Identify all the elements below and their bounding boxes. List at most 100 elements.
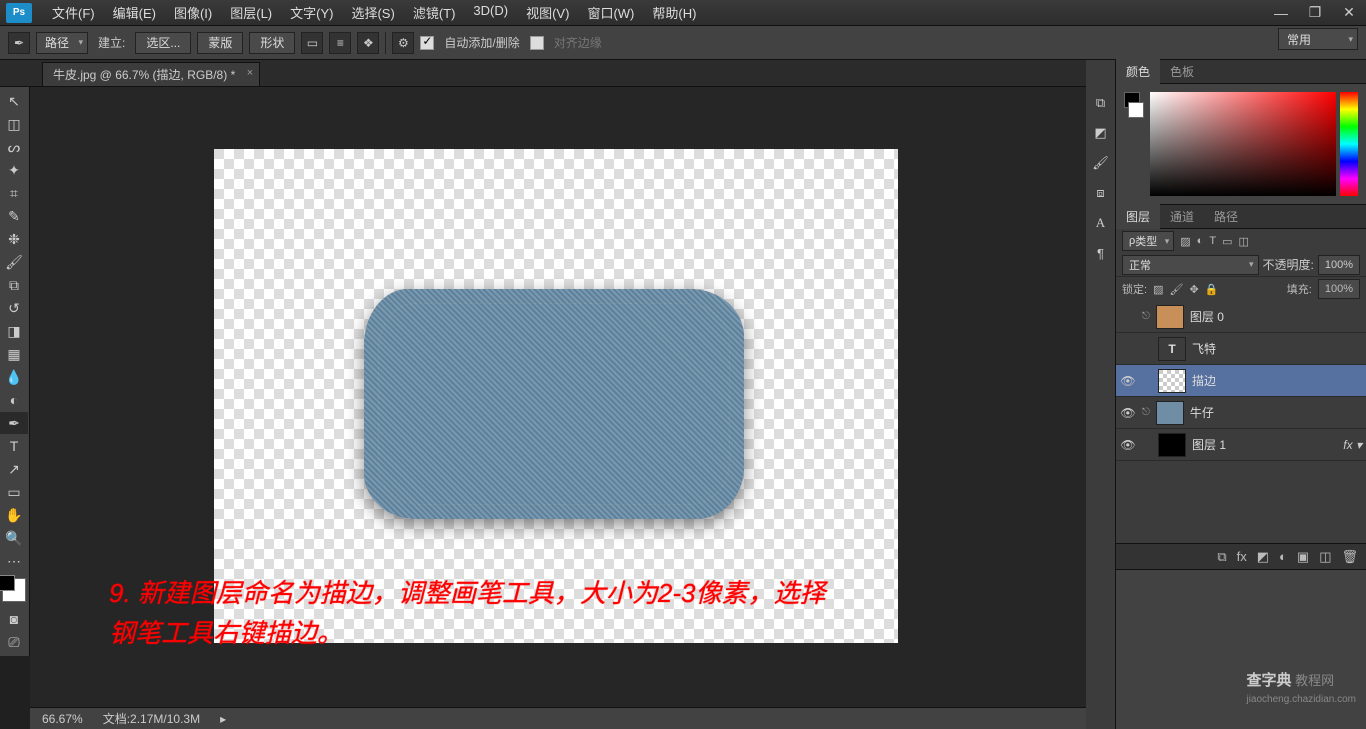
gear-icon[interactable]: ⚙ xyxy=(392,32,414,54)
menu-3d[interactable]: 3D(D) xyxy=(465,0,516,25)
opacity-input[interactable]: 100% xyxy=(1318,255,1360,275)
eyedropper-tool[interactable]: ✎ xyxy=(0,205,28,227)
swatches-tab[interactable]: 色板 xyxy=(1160,59,1204,84)
menu-image[interactable]: 图像(I) xyxy=(166,0,220,25)
zoom-tool[interactable]: 🔍 xyxy=(0,527,28,549)
path-mode-dropdown[interactable]: 路径 xyxy=(36,32,88,54)
brush-panel-icon[interactable]: 🖌 xyxy=(1088,150,1114,176)
layer-filter-dropdown[interactable]: ρ 类型 xyxy=(1122,231,1174,251)
menu-edit[interactable]: 编辑(E) xyxy=(105,0,164,25)
gradient-tool[interactable]: ▦ xyxy=(0,343,28,365)
hand-tool[interactable]: ✋ xyxy=(0,504,28,526)
layer-mask-icon[interactable]: ◩ xyxy=(1257,549,1269,565)
filter-image-icon[interactable]: ▨ xyxy=(1180,235,1190,248)
clone-panel-icon[interactable]: ⧈ xyxy=(1088,180,1114,206)
path-select-tool[interactable]: ↗ xyxy=(0,458,28,480)
channels-tab[interactable]: 通道 xyxy=(1160,204,1204,229)
edit-toolbar[interactable]: ⋯ xyxy=(0,550,28,572)
filter-type-icon[interactable]: T xyxy=(1209,235,1216,247)
menu-filter[interactable]: 滤镜(T) xyxy=(405,0,464,25)
status-arrow-icon[interactable]: ▸ xyxy=(220,712,226,726)
quick-mask[interactable]: ◙ xyxy=(0,608,28,630)
menu-window[interactable]: 窗口(W) xyxy=(579,0,642,25)
screen-mode[interactable]: ⎚ xyxy=(0,631,28,653)
document-size[interactable]: 文档:2.17M/10.3M xyxy=(103,710,200,727)
fx-badge[interactable]: fx ▾ xyxy=(1343,438,1362,452)
quick-select-tool[interactable]: ✦ xyxy=(0,159,28,181)
lock-paint-icon[interactable]: 🖌 xyxy=(1169,283,1183,296)
document-tab[interactable]: 牛皮.jpg @ 66.7% (描边, RGB/8) * × xyxy=(42,62,260,86)
layer-row[interactable]: 👁⎋牛仔 xyxy=(1116,397,1366,429)
layer-row[interactable]: ⎋图层 0 xyxy=(1116,301,1366,333)
mask-button[interactable]: 蒙版 xyxy=(197,32,243,54)
color-swatches[interactable] xyxy=(2,578,26,602)
char-panel-icon[interactable]: A xyxy=(1088,210,1114,236)
brush-tool[interactable]: 🖌 xyxy=(0,251,28,273)
picker-swatches[interactable] xyxy=(1124,92,1146,196)
color-field[interactable] xyxy=(1150,92,1336,196)
menu-view[interactable]: 视图(V) xyxy=(518,0,577,25)
shape-button[interactable]: 形状 xyxy=(249,32,295,54)
lock-trans-icon[interactable]: ▨ xyxy=(1153,283,1163,296)
new-layer-icon[interactable]: ◫ xyxy=(1319,549,1331,565)
layer-name[interactable]: 描边 xyxy=(1192,372,1216,389)
layer-row[interactable]: T飞特 xyxy=(1116,333,1366,365)
minimize-button[interactable]: — xyxy=(1264,2,1298,24)
zoom-level[interactable]: 66.67% xyxy=(42,712,83,726)
blend-mode-dropdown[interactable]: 正常 xyxy=(1122,255,1259,275)
history-panel-icon[interactable]: ⧉ xyxy=(1088,90,1114,116)
menu-select[interactable]: 选择(S) xyxy=(343,0,402,25)
spot-heal-tool[interactable]: ❉ xyxy=(0,228,28,250)
type-tool[interactable]: T xyxy=(0,435,28,457)
layer-name[interactable]: 图层 0 xyxy=(1190,308,1224,325)
canvas[interactable]: 9. 新建图层命名为描边，调整画笔工具，大小为2-3像素，选择 钢笔工具右键描边… xyxy=(214,149,898,643)
filter-shape-icon[interactable]: ▭ xyxy=(1222,235,1232,248)
blur-tool[interactable]: 💧 xyxy=(0,366,28,388)
pen-tool[interactable]: ✒ xyxy=(0,412,28,434)
shape-tool[interactable]: ▭ xyxy=(0,481,28,503)
para-panel-icon[interactable]: ¶ xyxy=(1088,240,1114,266)
eraser-tool[interactable]: ◨ xyxy=(0,320,28,342)
path-arrange-icon[interactable]: ❖ xyxy=(357,32,379,54)
paths-tab[interactable]: 路径 xyxy=(1204,204,1248,229)
menu-type[interactable]: 文字(Y) xyxy=(282,0,341,25)
maximize-button[interactable]: ❐ xyxy=(1298,2,1332,24)
visibility-toggle[interactable]: 👁 xyxy=(1120,406,1136,420)
layer-row[interactable]: 👁 图层 1 fx ▾ xyxy=(1116,429,1366,461)
close-tab-icon[interactable]: × xyxy=(247,67,253,79)
link-layers-icon[interactable]: ⧉ xyxy=(1217,549,1226,565)
close-button[interactable]: ✕ xyxy=(1332,2,1366,24)
marquee-tool[interactable]: ◫ xyxy=(0,113,28,135)
align-checkbox[interactable] xyxy=(530,36,544,50)
color-tab[interactable]: 颜色 xyxy=(1116,59,1160,84)
visibility-toggle[interactable]: 👁 xyxy=(1120,374,1136,388)
layer-name[interactable]: 图层 1 xyxy=(1192,436,1226,453)
menu-help[interactable]: 帮助(H) xyxy=(644,0,704,25)
pen-tool-icon[interactable]: ✒ xyxy=(8,32,30,54)
visibility-toggle[interactable]: 👁 xyxy=(1120,438,1136,452)
selection-button[interactable]: 选区... xyxy=(135,32,191,54)
crop-tool[interactable]: ⌗ xyxy=(0,182,28,204)
move-tool[interactable]: ↖ xyxy=(0,90,28,112)
auto-add-checkbox[interactable] xyxy=(420,36,434,50)
properties-panel-icon[interactable]: ◩ xyxy=(1088,120,1114,146)
menu-file[interactable]: 文件(F) xyxy=(44,0,103,25)
hue-slider[interactable] xyxy=(1340,92,1358,196)
lock-all-icon[interactable]: 🔒 xyxy=(1205,283,1219,296)
foreground-swatch[interactable] xyxy=(0,575,15,591)
workspace-dropdown[interactable]: 常用 xyxy=(1278,28,1358,50)
path-align-icon[interactable]: ≡ xyxy=(329,32,351,54)
lasso-tool[interactable]: ᔕ xyxy=(0,136,28,158)
layer-row[interactable]: 👁 描边 xyxy=(1116,365,1366,397)
delete-layer-icon[interactable]: 🗑 xyxy=(1341,549,1358,565)
layers-tab[interactable]: 图层 xyxy=(1116,204,1160,229)
layer-fx-icon[interactable]: fx xyxy=(1237,549,1247,564)
filter-smart-icon[interactable]: ◫ xyxy=(1238,235,1248,248)
layer-name[interactable]: 牛仔 xyxy=(1190,404,1214,421)
menu-layer[interactable]: 图层(L) xyxy=(222,0,280,25)
clone-tool[interactable]: ⧉ xyxy=(0,274,28,296)
fill-input[interactable]: 100% xyxy=(1318,279,1360,299)
dodge-tool[interactable]: ◐ xyxy=(0,389,28,411)
history-brush-tool[interactable]: ↺ xyxy=(0,297,28,319)
layer-group-icon[interactable]: ▣ xyxy=(1297,549,1309,565)
